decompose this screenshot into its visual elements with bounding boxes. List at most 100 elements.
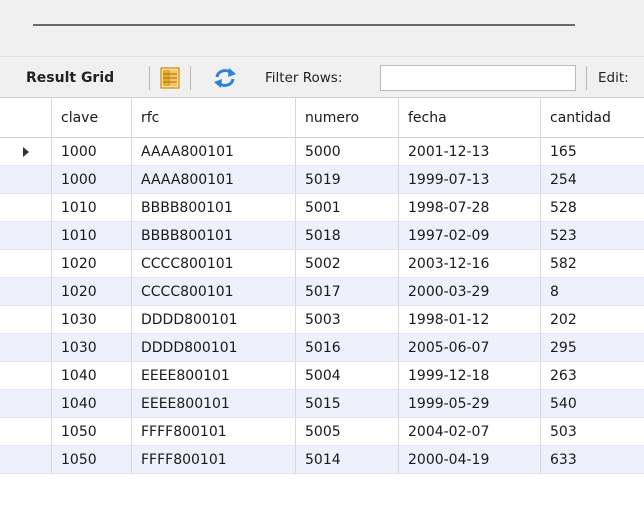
cell-fecha[interactable]: 1998-01-12 [399,306,541,333]
cell-cantidad[interactable]: 295 [541,334,644,361]
cell-rfc[interactable]: AAAA800101 [132,138,296,165]
cell-numero[interactable]: 5014 [296,446,399,473]
cell-cantidad[interactable]: 582 [541,250,644,277]
table-row[interactable]: 1050 FFFF800101 5014 2000-04-19 633 [0,446,644,474]
cell-rfc[interactable]: EEEE800101 [132,390,296,417]
cell-rfc[interactable]: CCCC800101 [132,250,296,277]
cell-fecha[interactable]: 2001-12-13 [399,138,541,165]
cell-numero[interactable]: 5003 [296,306,399,333]
cell-cantidad[interactable]: 523 [541,222,644,249]
cell-clave[interactable]: 1010 [52,194,132,221]
row-header[interactable] [0,250,52,277]
cell-clave[interactable]: 1000 [52,138,132,165]
cell-clave[interactable]: 1020 [52,250,132,277]
cell-rfc[interactable]: FFFF800101 [132,418,296,445]
table-row[interactable]: 1020 CCCC800101 5017 2000-03-29 8 [0,278,644,306]
cell-rfc[interactable]: AAAA800101 [132,166,296,193]
cell-fecha[interactable]: 1999-12-18 [399,362,541,389]
cell-rfc[interactable]: BBBB800101 [132,222,296,249]
cell-numero[interactable]: 5005 [296,418,399,445]
cell-numero[interactable]: 5018 [296,222,399,249]
cell-clave[interactable]: 1040 [52,362,132,389]
table-row[interactable]: 1040 EEEE800101 5015 1999-05-29 540 [0,390,644,418]
cell-clave[interactable]: 1000 [52,166,132,193]
cell-fecha[interactable]: 2003-12-16 [399,250,541,277]
cell-numero[interactable]: 5019 [296,166,399,193]
cell-numero[interactable]: 5004 [296,362,399,389]
cell-cantidad[interactable]: 540 [541,390,644,417]
table-row[interactable]: 1030 DDDD800101 5003 1998-01-12 202 [0,306,644,334]
row-header[interactable] [0,334,52,361]
table-row[interactable]: 1000 AAAA800101 5000 2001-12-13 165 [0,138,644,166]
cell-fecha[interactable]: 2000-04-19 [399,446,541,473]
cell-cantidad[interactable]: 263 [541,362,644,389]
cell-cantidad[interactable]: 503 [541,418,644,445]
cell-cantidad[interactable]: 165 [541,138,644,165]
row-header[interactable] [0,390,52,417]
cell-clave[interactable]: 1010 [52,222,132,249]
cell-rfc[interactable]: FFFF800101 [132,446,296,473]
result-grid[interactable]: clave rfc numero fecha cantidad 1000 AAAA… [0,98,644,530]
table-row[interactable]: 1040 EEEE800101 5004 1999-12-18 263 [0,362,644,390]
cell-clave[interactable]: 1020 [52,278,132,305]
column-header-numero[interactable]: numero [296,98,399,137]
column-header-cantidad[interactable]: cantidad [541,98,644,137]
edit-label: Edit: [598,69,629,86]
column-header-rfc[interactable]: rfc [132,98,296,137]
toolbar-separator [190,66,191,90]
cell-numero[interactable]: 5000 [296,138,399,165]
row-header[interactable] [0,222,52,249]
column-header-clave[interactable]: clave [52,98,132,137]
cell-clave[interactable]: 1050 [52,446,132,473]
row-header[interactable] [0,166,52,193]
cell-cantidad[interactable]: 528 [541,194,644,221]
cell-rfc[interactable]: DDDD800101 [132,306,296,333]
row-header[interactable] [0,138,52,165]
row-header[interactable] [0,362,52,389]
cell-rfc[interactable]: CCCC800101 [132,278,296,305]
cell-numero[interactable]: 5015 [296,390,399,417]
row-header[interactable] [0,278,52,305]
cell-rfc[interactable]: BBBB800101 [132,194,296,221]
cell-clave[interactable]: 1050 [52,418,132,445]
refresh-icon[interactable] [212,57,238,98]
cell-numero[interactable]: 5001 [296,194,399,221]
table-row[interactable]: 1050 FFFF800101 5005 2004-02-07 503 [0,418,644,446]
cell-cantidad[interactable]: 8 [541,278,644,305]
cell-clave[interactable]: 1030 [52,334,132,361]
filter-rows-input[interactable] [380,65,576,91]
table-row[interactable]: 1020 CCCC800101 5002 2003-12-16 582 [0,250,644,278]
table-row[interactable]: 1000 AAAA800101 5019 1999-07-13 254 [0,166,644,194]
cell-numero[interactable]: 5017 [296,278,399,305]
cell-fecha[interactable]: 1998-07-28 [399,194,541,221]
table-row[interactable]: 1030 DDDD800101 5016 2005-06-07 295 [0,334,644,362]
cell-fecha[interactable]: 1999-07-13 [399,166,541,193]
cell-rfc[interactable]: EEEE800101 [132,362,296,389]
cell-fecha[interactable]: 2005-06-07 [399,334,541,361]
grid-header: clave rfc numero fecha cantidad [0,98,644,138]
cell-fecha[interactable]: 1997-02-09 [399,222,541,249]
result-grid-icon[interactable] [160,57,180,98]
cell-numero[interactable]: 5002 [296,250,399,277]
result-toolbar: Result Grid Filter Rows: Edit: [0,56,644,98]
table-row[interactable]: 1010 BBBB800101 5018 1997-02-09 523 [0,222,644,250]
cell-fecha[interactable]: 1999-05-29 [399,390,541,417]
column-header-fecha[interactable]: fecha [399,98,541,137]
result-grid-tab[interactable]: Result Grid [26,57,114,98]
panel-divider [33,24,575,26]
row-header[interactable] [0,446,52,473]
cell-fecha[interactable]: 2004-02-07 [399,418,541,445]
cell-clave[interactable]: 1040 [52,390,132,417]
row-header[interactable] [0,306,52,333]
row-header[interactable] [0,418,52,445]
cell-cantidad[interactable]: 254 [541,166,644,193]
cell-rfc[interactable]: DDDD800101 [132,334,296,361]
cell-clave[interactable]: 1030 [52,306,132,333]
cell-cantidad[interactable]: 202 [541,306,644,333]
cell-fecha[interactable]: 2000-03-29 [399,278,541,305]
row-header[interactable] [0,194,52,221]
cell-cantidad[interactable]: 633 [541,446,644,473]
cell-numero[interactable]: 5016 [296,334,399,361]
filter-rows-label: Filter Rows: [265,69,343,86]
table-row[interactable]: 1010 BBBB800101 5001 1998-07-28 528 [0,194,644,222]
